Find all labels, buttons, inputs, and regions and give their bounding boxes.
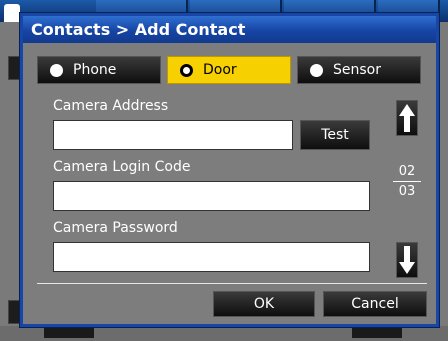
background-control xyxy=(44,326,94,338)
radio-icon xyxy=(50,63,63,77)
contact-type-selector: Phone Door Sensor xyxy=(37,56,427,84)
type-option-label: Door xyxy=(203,62,237,78)
down-arrow-icon xyxy=(399,246,415,274)
scroll-down-button[interactable] xyxy=(396,242,418,278)
radio-icon xyxy=(310,63,323,77)
dialog-title: Contacts > Add Contact xyxy=(23,16,436,43)
page-total: 03 xyxy=(398,184,416,199)
type-option-door[interactable]: Door xyxy=(167,56,291,84)
footer-divider xyxy=(37,283,427,284)
page-indicator: 02 03 xyxy=(393,164,421,199)
test-button[interactable]: Test xyxy=(300,120,370,150)
add-contact-dialog: Contacts > Add Contact Phone Door Sensor… xyxy=(20,13,439,327)
type-option-phone[interactable]: Phone xyxy=(37,56,161,84)
camera-password-label: Camera Password xyxy=(53,220,178,236)
page-current: 02 xyxy=(398,164,416,179)
camera-address-input[interactable] xyxy=(53,120,293,150)
page-divider xyxy=(393,181,421,182)
radio-icon xyxy=(180,63,193,77)
camera-address-label: Camera Address xyxy=(53,98,169,114)
up-arrow-icon xyxy=(399,104,415,132)
type-option-label: Phone xyxy=(73,62,117,78)
cancel-button[interactable]: Cancel xyxy=(323,291,427,317)
ok-button[interactable]: OK xyxy=(213,291,315,317)
camera-login-code-label: Camera Login Code xyxy=(53,159,191,175)
background-app-icon xyxy=(4,4,20,22)
background-control xyxy=(352,326,402,338)
type-option-sensor[interactable]: Sensor xyxy=(297,56,421,84)
camera-login-code-input[interactable] xyxy=(53,181,370,211)
type-option-label: Sensor xyxy=(333,62,381,78)
scroll-up-button[interactable] xyxy=(396,100,418,136)
camera-password-input[interactable] xyxy=(53,242,370,272)
